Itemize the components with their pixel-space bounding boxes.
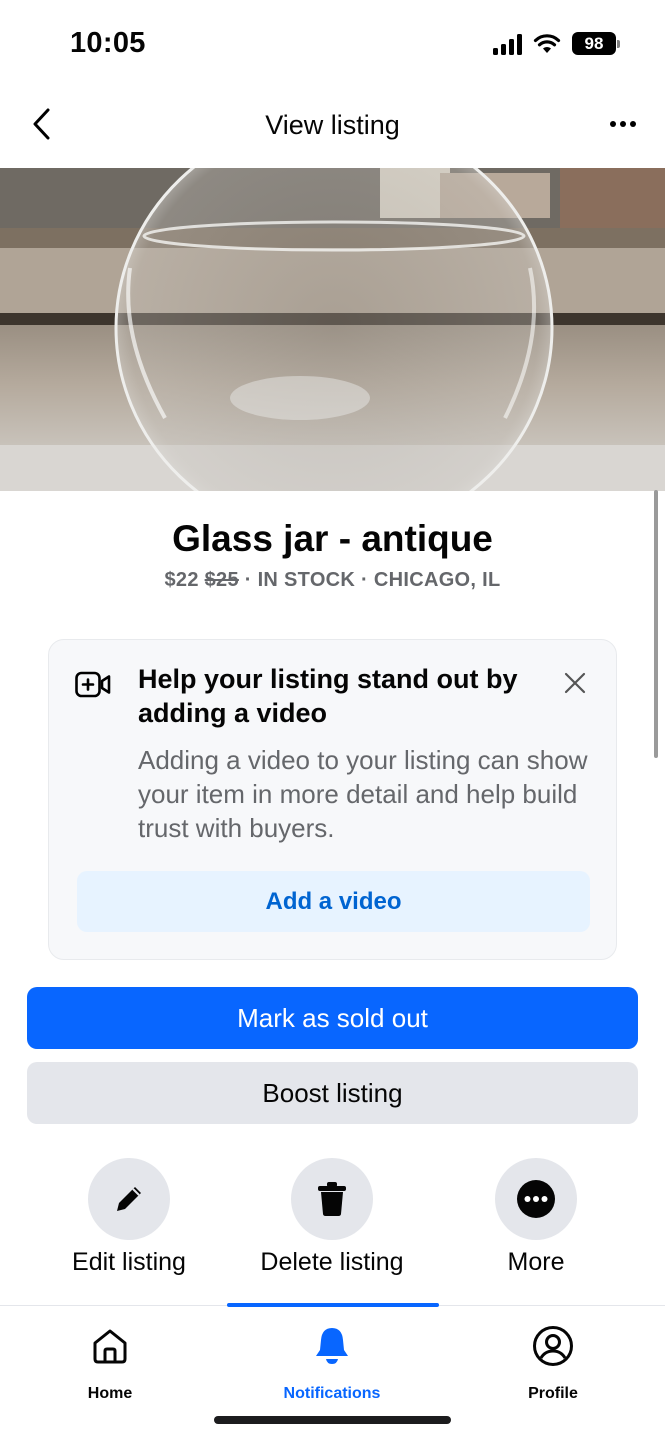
- page-title: View listing: [265, 110, 400, 140]
- cellular-signal-icon: [493, 33, 522, 55]
- listing-meta: $22 $25 · IN STOCK · CHICAGO, IL: [164, 569, 501, 591]
- quick-actions: Edit listing Delete listing More: [0, 1158, 665, 1278]
- delete-listing-action[interactable]: Delete listing: [227, 1158, 437, 1277]
- mark-as-sold-out-button[interactable]: Mark as sold out: [27, 987, 638, 1049]
- delete-listing-button[interactable]: [291, 1158, 373, 1240]
- tab-profile-label: Profile: [528, 1385, 578, 1402]
- stock-status: IN STOCK: [257, 569, 356, 591]
- delete-listing-label: Delete listing: [260, 1248, 404, 1276]
- status-bar: 10:05 98: [0, 0, 665, 90]
- video-add-icon: [75, 671, 111, 698]
- tab-profile[interactable]: Profile: [473, 1324, 633, 1403]
- add-video-button[interactable]: Add a video: [77, 871, 590, 932]
- profile-icon: [533, 1326, 573, 1366]
- more-circle-icon: [517, 1180, 555, 1218]
- listing-image: [0, 168, 665, 491]
- tab-home[interactable]: Home: [30, 1324, 190, 1403]
- status-time: 10:05: [70, 27, 146, 59]
- promo-title: Help your listing stand out by adding a …: [138, 664, 518, 728]
- more-label: More: [507, 1248, 565, 1276]
- pencil-icon: [117, 1187, 141, 1211]
- home-indicator[interactable]: [214, 1416, 451, 1424]
- more-options-button[interactable]: [603, 104, 643, 144]
- home-icon: [93, 1329, 127, 1364]
- active-tab-indicator: [227, 1303, 439, 1307]
- tab-notifications-label: Notifications: [283, 1385, 381, 1402]
- promo-body: Adding a video to your listing can show …: [138, 745, 588, 843]
- add-video-promo-card: Help your listing stand out by adding a …: [48, 639, 617, 960]
- battery-icon: 98: [572, 32, 620, 55]
- more-action[interactable]: More: [431, 1158, 641, 1277]
- edit-listing-action[interactable]: Edit listing: [24, 1158, 234, 1277]
- status-icons: 98: [493, 32, 620, 55]
- more-horizontal-icon: [610, 121, 616, 127]
- edit-listing-label: Edit listing: [72, 1248, 186, 1276]
- listing-original-price: $25: [204, 569, 239, 591]
- wifi-icon: [533, 33, 561, 53]
- tab-notifications[interactable]: Notifications: [252, 1324, 412, 1403]
- tab-home-label: Home: [87, 1385, 133, 1402]
- close-icon[interactable]: [560, 668, 590, 698]
- boost-listing-button[interactable]: Boost listing: [27, 1062, 638, 1124]
- listing-photo[interactable]: [0, 168, 665, 491]
- listing-location: CHICAGO, IL: [373, 569, 501, 591]
- top-nav-bar: View listing: [0, 90, 665, 168]
- bell-icon: [316, 1328, 348, 1364]
- edit-listing-button[interactable]: [88, 1158, 170, 1240]
- listing-title: Glass jar - antique: [172, 518, 493, 559]
- listing-price: $22: [164, 569, 199, 591]
- battery-level: 98: [572, 32, 616, 55]
- more-actions-button[interactable]: [495, 1158, 577, 1240]
- trash-icon: [318, 1182, 346, 1216]
